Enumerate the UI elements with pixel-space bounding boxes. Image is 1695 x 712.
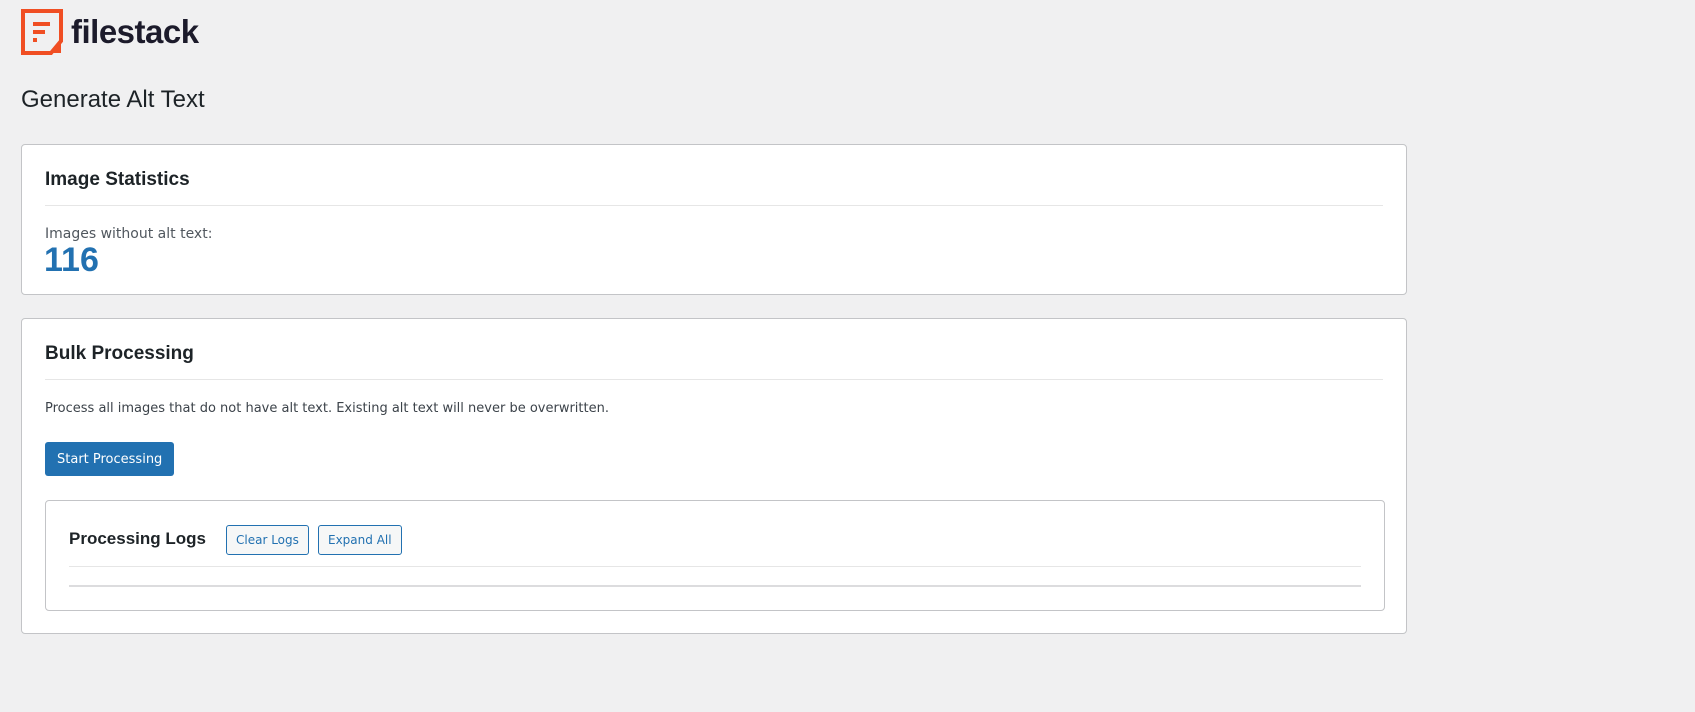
divider — [45, 205, 1383, 206]
image-statistics-card: Image Statistics Images without alt text… — [21, 144, 1407, 295]
filestack-logo-icon — [21, 9, 63, 55]
logs-title: Processing Logs — [69, 529, 206, 548]
page-title: Generate Alt Text — [21, 86, 205, 113]
brand-name: filestack — [71, 13, 199, 50]
bulk-description: Process all images that do not have alt … — [45, 401, 609, 416]
logs-container — [69, 585, 1361, 587]
images-without-alt-count: 116 — [44, 241, 99, 279]
processing-logs-panel: Processing Logs Clear Logs Expand All — [45, 500, 1385, 611]
start-processing-button[interactable]: Start Processing — [45, 442, 175, 476]
card-title: Bulk Processing — [45, 343, 194, 364]
card-title: Image Statistics — [45, 169, 190, 190]
clear-logs-button[interactable]: Clear Logs — [226, 525, 309, 555]
expand-all-button[interactable]: Expand All — [318, 525, 402, 555]
divider — [45, 379, 1383, 380]
filestack-logo: filestack — [21, 9, 199, 55]
bulk-processing-card: Bulk Processing Process all images that … — [21, 318, 1407, 634]
divider — [69, 566, 1361, 567]
images-without-alt-label: Images without alt text: — [45, 226, 213, 242]
